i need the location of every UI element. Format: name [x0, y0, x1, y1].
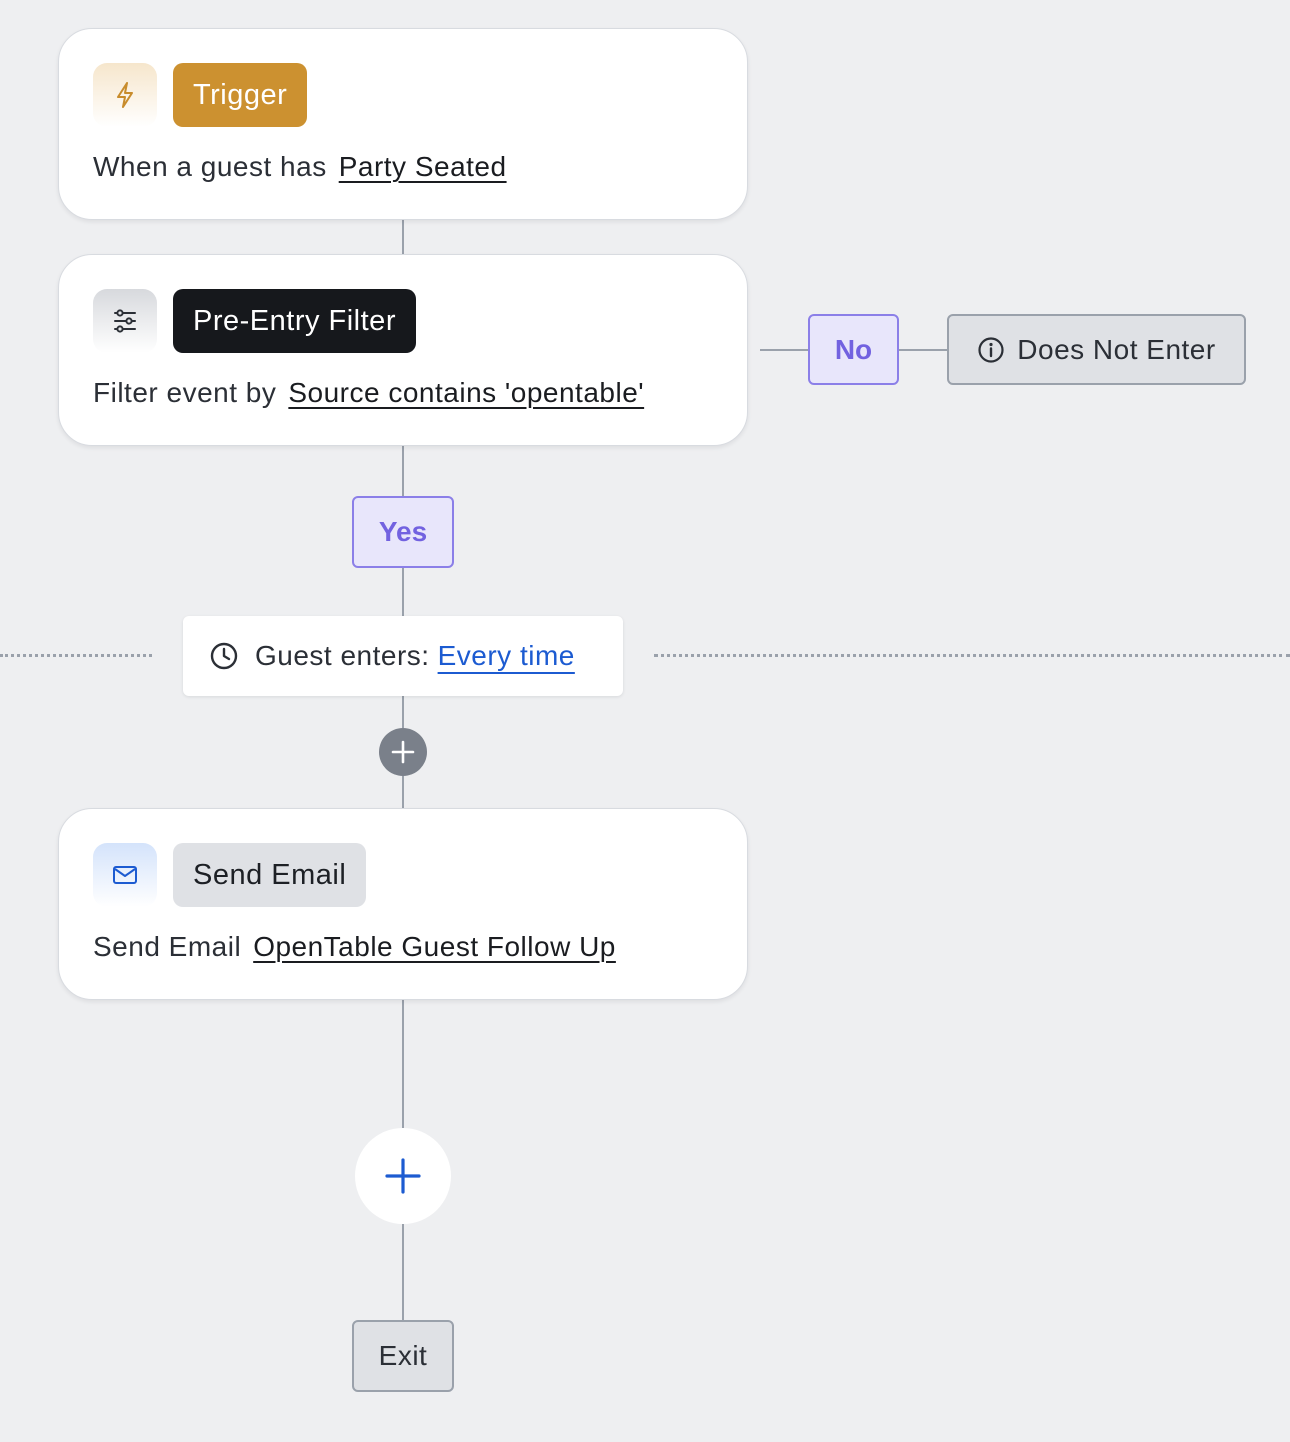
trigger-event-link[interactable]: Party Seated	[339, 151, 507, 182]
connector-trigger-filter	[402, 220, 404, 254]
email-template-link[interactable]: OpenTable Guest Follow Up	[253, 931, 616, 962]
entry-divider-right	[654, 654, 1290, 657]
entry-divider-left	[0, 654, 152, 657]
plus-icon	[391, 740, 415, 764]
guest-entry-setting: Guest enters: Every time	[183, 616, 623, 696]
connector-filter-no	[760, 349, 809, 351]
trigger-description-text: When a guest has	[93, 151, 327, 182]
connector-filter-yes	[402, 446, 404, 496]
trigger-description: When a guest has Party Seated	[93, 151, 507, 183]
plus-icon	[385, 1158, 421, 1194]
sliders-icon	[93, 289, 157, 353]
connector-entry-add	[402, 696, 404, 728]
connector-email-add	[402, 1000, 404, 1128]
does-not-enter-node[interactable]: Does Not Enter	[947, 314, 1246, 385]
connector-yes-entry	[402, 567, 404, 616]
send-email-card[interactable]: Send Email Send Email OpenTable Guest Fol…	[58, 808, 748, 1000]
filter-description-text: Filter event by	[93, 377, 277, 408]
send-email-badge: Send Email	[173, 843, 367, 907]
does-not-enter-label: Does Not Enter	[1017, 333, 1216, 365]
entry-frequency-link[interactable]: Every time	[438, 640, 575, 672]
lightning-icon	[93, 63, 157, 127]
trigger-badge: Trigger	[173, 63, 308, 127]
no-branch-label[interactable]: No	[808, 314, 899, 385]
trigger-card[interactable]: Trigger When a guest has Party Seated	[58, 28, 748, 220]
pre-entry-filter-card[interactable]: Pre-Entry Filter Filter event by Source c…	[58, 254, 748, 446]
guest-enters-label: Guest enters:	[255, 640, 430, 671]
email-description-text: Send Email	[93, 931, 242, 962]
connector-add-email	[402, 776, 404, 808]
filter-description: Filter event by Source contains 'opentabl…	[93, 377, 644, 409]
connector-add-exit	[402, 1224, 404, 1321]
exit-node[interactable]: Exit	[352, 1320, 454, 1392]
clock-icon	[210, 642, 238, 670]
connector-no-exit	[898, 349, 948, 351]
mail-icon	[93, 843, 157, 907]
add-step-button-large[interactable]	[355, 1128, 451, 1224]
add-step-button[interactable]	[379, 728, 427, 776]
pre-entry-filter-badge: Pre-Entry Filter	[173, 289, 416, 353]
yes-branch-label[interactable]: Yes	[352, 496, 454, 568]
info-icon	[978, 336, 1004, 363]
email-description: Send Email OpenTable Guest Follow Up	[93, 931, 616, 963]
filter-condition-link[interactable]: Source contains 'opentable'	[288, 377, 644, 408]
